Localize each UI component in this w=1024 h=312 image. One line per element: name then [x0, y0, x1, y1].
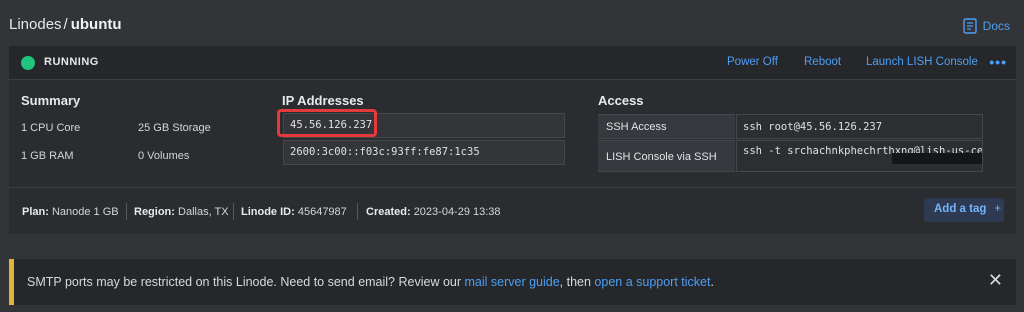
- region-value: Dallas, TX: [178, 206, 229, 218]
- mail-server-guide-link[interactable]: mail server guide: [464, 275, 559, 289]
- storage: 25 GB Storage: [138, 122, 211, 134]
- redaction-bar: [892, 153, 982, 164]
- breadcrumb-separator: /: [63, 16, 68, 33]
- ipv4-highlight-box: [277, 109, 377, 137]
- lish-console-label: LISH Console via SSH: [598, 140, 735, 172]
- power-off-button[interactable]: Power Off: [727, 56, 778, 68]
- ram: 1 GB RAM: [21, 150, 74, 162]
- docs-link[interactable]: Docs: [962, 18, 1010, 34]
- top-bar: Linodes / ubuntu Docs: [0, 0, 1024, 46]
- plan-info: Plan: Nanode 1 GB: [22, 206, 119, 218]
- status-indicator-icon: [21, 56, 35, 70]
- status-label: RUNNING: [44, 56, 99, 68]
- plus-icon: +: [994, 203, 1002, 215]
- linode-id-value: 45647987: [297, 206, 347, 218]
- add-tag-button[interactable]: Add a tag +: [924, 198, 1004, 222]
- ipv6-address[interactable]: 2600:3c00::f03c:93ff:fe87:1c35: [283, 140, 565, 165]
- created-label: Created:: [366, 206, 411, 218]
- ssh-access-command[interactable]: ssh root@45.56.126.237: [736, 114, 983, 139]
- divider: [357, 203, 358, 220]
- more-actions-icon[interactable]: •••: [989, 54, 1007, 70]
- open-support-ticket-link[interactable]: open a support ticket: [594, 275, 710, 289]
- plan-value: Nanode 1 GB: [51, 206, 119, 218]
- add-tag-label: Add a tag: [934, 203, 987, 215]
- linode-summary-card: RUNNING Power Off Reboot Launch LISH Con…: [9, 46, 1016, 234]
- created-value: 2023-04-29 13:38: [413, 206, 501, 218]
- notice-text: SMTP ports may be restricted on this Lin…: [27, 275, 714, 289]
- card-footer: Plan: Nanode 1 GB Region: Dallas, TX Lin…: [9, 187, 1016, 234]
- launch-lish-console-button[interactable]: Launch LISH Console: [866, 56, 978, 68]
- reboot-button[interactable]: Reboot: [804, 56, 841, 68]
- region-label: Region:: [134, 206, 175, 218]
- breadcrumb: Linodes / ubuntu: [9, 16, 122, 33]
- card-header: RUNNING Power Off Reboot Launch LISH Con…: [9, 46, 1016, 80]
- notice-text-part1: SMTP ports may be restricted on this Lin…: [27, 275, 465, 289]
- divider: [126, 203, 127, 220]
- access-title: Access: [598, 93, 644, 108]
- docs-label: Docs: [982, 19, 1010, 33]
- notice-text-part2: , then: [559, 275, 595, 289]
- smtp-notice-banner: SMTP ports may be restricted on this Lin…: [9, 259, 1016, 305]
- breadcrumb-current: ubuntu: [70, 16, 122, 33]
- created-info: Created: 2023-04-29 13:38: [366, 206, 501, 218]
- linode-id-info: Linode ID: 45647987: [241, 206, 347, 218]
- linode-id-label: Linode ID:: [241, 206, 295, 218]
- plan-label: Plan:: [22, 206, 49, 218]
- docs-icon: [962, 18, 977, 34]
- cpu-cores: 1 CPU Core: [21, 122, 81, 134]
- ip-addresses-title: IP Addresses: [282, 93, 364, 108]
- close-icon[interactable]: ✕: [988, 270, 1003, 291]
- breadcrumb-parent[interactable]: Linodes: [9, 16, 62, 33]
- summary-title: Summary: [21, 93, 81, 108]
- divider: [233, 203, 234, 220]
- notice-text-part3: .: [710, 275, 714, 289]
- volumes: 0 Volumes: [138, 150, 190, 162]
- ssh-access-label: SSH Access: [598, 114, 735, 139]
- region-info: Region: Dallas, TX: [134, 206, 229, 218]
